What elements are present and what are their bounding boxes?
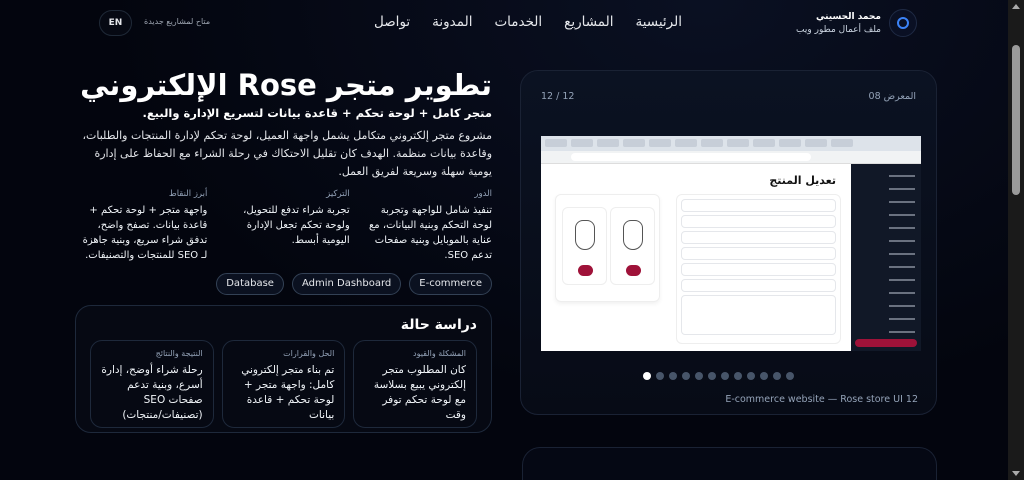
gallery-counter: 12 / 12 [541, 91, 575, 102]
browser-urlbar [541, 151, 921, 164]
highlights-column: أبرز النقاط واجهة متجر + لوحة تحكم + قاع… [75, 189, 208, 263]
admin-sidebar [851, 164, 921, 351]
gallery-label: المعرض 08 [868, 91, 916, 102]
carousel-dot[interactable] [708, 372, 716, 380]
browser-tabs [541, 136, 921, 151]
carousel-dot[interactable] [760, 372, 768, 380]
result-text: رحلة شراء أوضح، إدارة أسرع، وبنية تدعم ص… [101, 364, 203, 421]
project-details: تطوير متجر Rose الإلكتروني متجر كامل + ل… [75, 68, 492, 433]
carousel-dot[interactable] [656, 372, 664, 380]
carousel-dot[interactable] [695, 372, 703, 380]
brand-subtitle: ملف أعمال مطور ويب [796, 24, 881, 35]
page: محمد الحسيني ملف أعمال مطور ويب الرئيسية… [0, 0, 1008, 480]
carousel-dot[interactable] [721, 372, 729, 380]
result-label: النتيجة والنتائج [155, 349, 203, 358]
tag-list: E-commerce Admin Dashboard Database [75, 273, 492, 295]
hanger-icon [623, 220, 643, 250]
logo-icon [889, 9, 917, 37]
main-nav: الرئيسية المشاريع الخدمات المدونة تواصل [374, 14, 682, 30]
problem-text: كان المطلوب متجر إلكتروني يبيع بسلاسة مع… [373, 364, 466, 421]
hanger-icon [575, 220, 595, 250]
gallery-card: 12 / 12 المعرض 08 تعديل المنتج E-commerc… [520, 70, 937, 415]
solution-label: الحل والقرارات [283, 349, 335, 358]
solution-card: الحل والقرارات تم بناء متجر إلكتروني كام… [221, 340, 346, 428]
case-study-card: دراسة حالة المشكلة والقيود كان المطلوب م… [75, 305, 492, 433]
solution-text: تم بناء متجر إلكتروني كامل: واجهة متجر +… [241, 364, 335, 421]
scrollbar-thumb[interactable] [1012, 45, 1020, 195]
carousel-dot[interactable] [682, 372, 690, 380]
screenshot-heading: تعديل المنتج [769, 174, 836, 187]
nav-projects[interactable]: المشاريع [564, 14, 613, 30]
nav-home[interactable]: الرئيسية [635, 14, 682, 30]
project-description: مشروع متجر إلكتروني متكامل يشمل واجهة ال… [82, 129, 492, 178]
nav-services[interactable]: الخدمات [494, 14, 542, 30]
role-column: الدور تنفيذ شامل للواجهة وتجربة لوحة الت… [360, 189, 492, 263]
scroll-up-icon[interactable] [1012, 4, 1020, 9]
problem-card: المشكلة والقيود كان المطلوب متجر إلكترون… [353, 340, 477, 428]
carousel-dot[interactable] [747, 372, 755, 380]
current-images [555, 194, 660, 302]
carousel-dot[interactable] [669, 372, 677, 380]
tag-ecommerce: E-commerce [409, 273, 492, 295]
carousel-dot[interactable] [734, 372, 742, 380]
highlights-text: واجهة متجر + لوحة تحكم + قاعدة بيانات. ت… [82, 205, 208, 261]
language-toggle-button[interactable]: EN [99, 10, 132, 36]
gallery-screenshot[interactable]: تعديل المنتج [541, 136, 921, 351]
carousel-dots [521, 372, 936, 380]
header: محمد الحسيني ملف أعمال مطور ويب الرئيسية… [0, 0, 1008, 45]
availability-status: متاح لمشاريع جديدة [144, 17, 211, 26]
role-label: الدور [474, 189, 492, 199]
project-subtitle: متجر كامل + لوحة تحكم + قاعدة بيانات لتس… [142, 106, 492, 120]
carousel-dot[interactable] [773, 372, 781, 380]
tag-admin-dashboard: Admin Dashboard [291, 273, 402, 295]
focus-label: التركيز [326, 189, 350, 199]
scrollbar[interactable] [1008, 0, 1024, 480]
carousel-dot[interactable] [643, 372, 651, 380]
role-text: تنفيذ شامل للواجهة وتجربة لوحة التحكم وب… [368, 205, 492, 261]
highlights-label: أبرز النقاط [168, 189, 208, 199]
brand-name: محمد الحسيني [816, 11, 881, 22]
product-form [676, 194, 841, 344]
focus-text: تجربة شراء تدفع للتحويل، ولوحة تحكم تجعل… [243, 205, 350, 246]
focus-column: التركيز تجربة شراء تدفع للتحويل، ولوحة ت… [217, 189, 350, 263]
nav-contact[interactable]: تواصل [374, 14, 410, 30]
problem-label: المشكلة والقيود [413, 349, 466, 358]
carousel-dot[interactable] [786, 372, 794, 380]
result-card: النتيجة والنتائج رحلة شراء أوضح، إدارة أ… [89, 340, 214, 428]
brand[interactable]: محمد الحسيني ملف أعمال مطور ويب [796, 9, 917, 37]
project-title: تطوير متجر Rose الإلكتروني [80, 68, 492, 102]
seo-card [522, 447, 937, 480]
case-study-title: دراسة حالة [400, 317, 477, 333]
tag-database: Database [216, 273, 284, 295]
scroll-down-icon[interactable] [1012, 471, 1020, 476]
gallery-caption: E-commerce website — Rose store UI 12 [725, 394, 918, 405]
nav-blog[interactable]: المدونة [432, 14, 472, 30]
